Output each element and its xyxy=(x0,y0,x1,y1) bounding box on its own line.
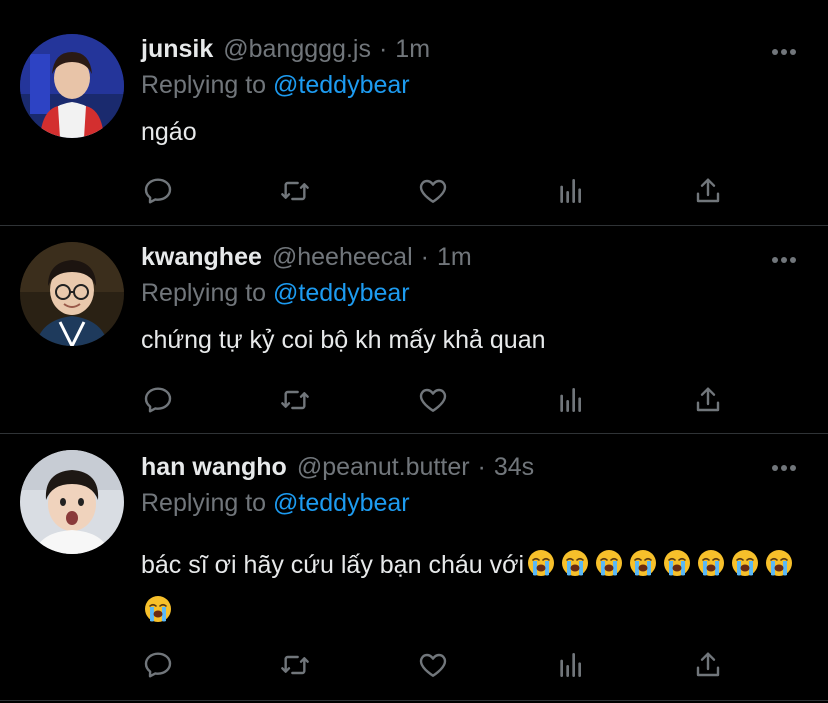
separator-dot: · xyxy=(477,453,486,481)
retweet-button[interactable] xyxy=(278,174,312,208)
tweet-text: bác sĩ ơi hãy cứu lấy bạn cháu với xyxy=(141,542,801,634)
avatar[interactable] xyxy=(20,34,124,138)
display-name[interactable]: han wangho xyxy=(141,450,287,484)
retweet-icon xyxy=(281,390,309,410)
action-bar xyxy=(141,174,731,208)
tweet-text: ngáo xyxy=(141,118,197,146)
avatar-photo xyxy=(20,242,124,346)
tweet-header: han wangho @peanut.butter · 34s xyxy=(141,450,534,484)
display-name[interactable]: junsik xyxy=(141,32,213,66)
analytics-icon xyxy=(560,388,581,412)
loudly-crying-face-emoji xyxy=(630,550,657,576)
avatar-photo xyxy=(20,450,124,554)
retweet-icon xyxy=(281,181,309,201)
share-icon xyxy=(696,178,720,203)
replying-prefix: Replying to xyxy=(141,489,267,517)
more-icon[interactable] xyxy=(770,255,798,265)
heart-icon xyxy=(419,179,447,203)
loudly-crying-face-emoji xyxy=(732,550,759,576)
reply-feed: junsik @bangggg.js · 1m Replying to @ted… xyxy=(0,0,828,703)
replying-to: Replying to @teddybear xyxy=(141,68,410,102)
action-bar xyxy=(141,648,731,682)
like-button[interactable] xyxy=(416,383,450,417)
loudly-crying-face-emoji xyxy=(145,596,171,622)
reply-icon xyxy=(144,178,172,204)
replying-prefix: Replying to xyxy=(141,279,267,307)
reply-icon xyxy=(144,387,172,413)
like-button[interactable] xyxy=(416,648,450,682)
replying-to: Replying to @teddybear xyxy=(141,276,410,310)
display-name[interactable]: kwanghee xyxy=(141,240,262,274)
tweet-text: chứng tự kỷ coi bộ kh mấy khả quan xyxy=(141,326,546,354)
replying-prefix: Replying to xyxy=(141,71,267,99)
analytics-button[interactable] xyxy=(554,174,588,208)
separator-dot: · xyxy=(378,35,388,63)
timestamp[interactable]: 34s xyxy=(494,450,534,484)
avatar[interactable] xyxy=(20,450,124,554)
avatar-photo xyxy=(20,34,124,138)
more-icon[interactable] xyxy=(770,463,798,473)
analytics-icon xyxy=(560,653,581,677)
heart-icon xyxy=(419,653,447,677)
user-handle[interactable]: @heeheecal xyxy=(272,240,413,274)
action-bar xyxy=(141,383,731,417)
tweet[interactable]: kwanghee @heeheecal · 1m Replying to @te… xyxy=(0,226,828,434)
share-button[interactable] xyxy=(691,174,725,208)
retweet-button[interactable] xyxy=(278,383,312,417)
retweet-button[interactable] xyxy=(278,648,312,682)
share-icon xyxy=(696,387,720,412)
loudly-crying-face-emoji xyxy=(698,550,725,576)
reply-icon xyxy=(144,652,172,678)
tweet[interactable]: han wangho @peanut.butter · 34s Replying… xyxy=(0,434,828,701)
mention-link[interactable]: @teddybear xyxy=(273,489,410,517)
separator-dot: · xyxy=(420,243,429,271)
more-icon[interactable] xyxy=(770,47,798,57)
mention-link[interactable]: @teddybear xyxy=(273,71,410,99)
tweet-header: kwanghee @heeheecal · 1m xyxy=(141,240,472,274)
mention-link[interactable]: @teddybear xyxy=(273,279,410,307)
timestamp[interactable]: 1m xyxy=(395,32,430,66)
tweet[interactable]: junsik @bangggg.js · 1m Replying to @ted… xyxy=(0,0,828,226)
share-icon xyxy=(696,652,720,677)
analytics-button[interactable] xyxy=(554,383,588,417)
heart-icon xyxy=(419,388,447,412)
share-button[interactable] xyxy=(691,648,725,682)
user-handle[interactable]: @peanut.butter xyxy=(297,450,470,484)
analytics-button[interactable] xyxy=(554,648,588,682)
tweet-text-body: bác sĩ ơi hãy cứu lấy bạn cháu với xyxy=(141,551,525,579)
timestamp[interactable]: 1m xyxy=(437,240,472,274)
replying-to: Replying to @teddybear xyxy=(141,486,410,520)
loudly-crying-face-emoji xyxy=(596,550,623,576)
retweet-icon xyxy=(281,655,309,675)
avatar[interactable] xyxy=(20,242,124,346)
loudly-crying-face-emoji xyxy=(562,550,589,576)
tweet-header: junsik @bangggg.js · 1m xyxy=(141,32,430,66)
user-handle[interactable]: @bangggg.js xyxy=(223,32,371,66)
analytics-icon xyxy=(560,179,581,203)
loudly-crying-face-emoji xyxy=(664,550,691,576)
reply-button[interactable] xyxy=(141,648,175,682)
reply-button[interactable] xyxy=(141,383,175,417)
loudly-crying-face-emoji xyxy=(528,550,555,576)
share-button[interactable] xyxy=(691,383,725,417)
loudly-crying-face-emoji xyxy=(766,550,793,576)
reply-button[interactable] xyxy=(141,174,175,208)
like-button[interactable] xyxy=(416,174,450,208)
